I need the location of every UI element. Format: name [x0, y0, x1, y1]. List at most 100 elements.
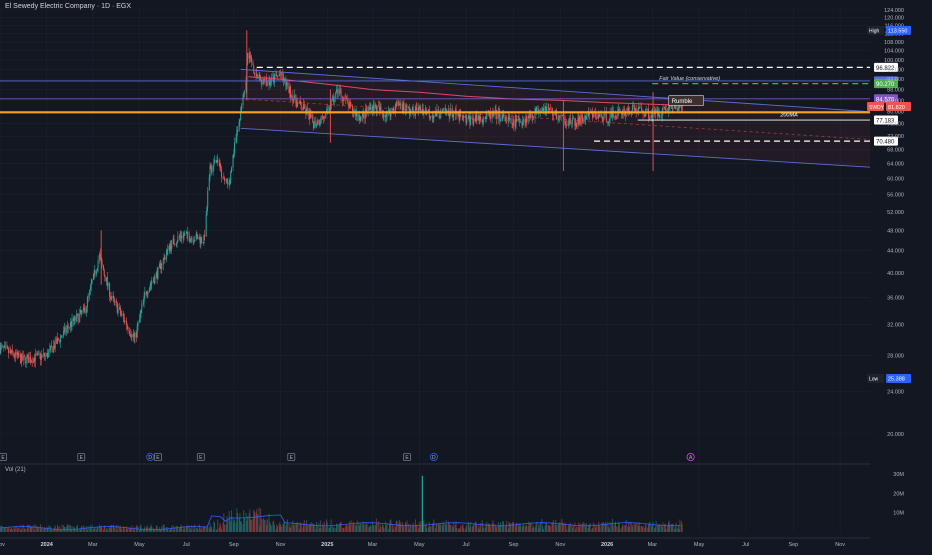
candle-body: [639, 106, 641, 108]
candle-body: [137, 321, 139, 327]
candle-body: [568, 122, 570, 125]
y-axis-tick-label: 32.000: [887, 323, 904, 329]
chart-stage[interactable]: 96.82291.34190.27084.57077.18370.48020.0…: [0, 0, 932, 550]
y-axis-tick-label: 40.000: [887, 271, 904, 277]
volume-axis-tick-label: 30M: [893, 472, 904, 478]
candle-body: [57, 338, 59, 340]
candle-body: [93, 273, 95, 280]
candle-body: [250, 55, 252, 58]
candle-body: [608, 121, 610, 123]
candle-body: [116, 300, 118, 303]
candle-body: [238, 121, 240, 131]
volume-bar: [430, 525, 432, 532]
annotation-text: Fair Value (conservative): [659, 76, 720, 82]
candle-body: [338, 90, 340, 94]
candle-body: [213, 161, 215, 166]
candle-body: [205, 214, 207, 237]
candle-body: [4, 345, 6, 347]
candle-body: [316, 124, 318, 126]
candle-body: [286, 82, 288, 85]
candle-body: [383, 114, 385, 117]
volume-bar: [51, 530, 53, 532]
volume-bar: [599, 526, 601, 532]
candle-body: [148, 288, 150, 293]
candle-body: [113, 298, 115, 301]
candle-body: [585, 116, 587, 120]
candle-body: [234, 142, 236, 154]
candle-body: [290, 95, 292, 98]
candle-body: [244, 91, 246, 93]
candle-body: [191, 238, 193, 239]
y-axis-tick-label: 124.000: [884, 8, 904, 14]
volume-bar: [121, 528, 123, 532]
candle-body: [86, 307, 88, 314]
volume-bar: [117, 525, 119, 532]
candle-body: [146, 293, 148, 295]
candle-body: [415, 106, 417, 108]
volume-bar: [280, 526, 282, 532]
candle-body: [83, 307, 85, 309]
candle-body: [91, 279, 93, 284]
candle-body: [185, 233, 187, 234]
volume-bar: [500, 522, 502, 532]
candle-body: [601, 113, 603, 118]
candle-body: [565, 124, 567, 126]
candle-body: [50, 345, 52, 347]
candle-body: [582, 120, 584, 121]
volume-bar: [101, 527, 103, 532]
y-axis-tick-label: 108.000: [884, 40, 904, 46]
volume-bar: [619, 528, 621, 532]
candle-body: [523, 119, 525, 121]
volume-bar: [107, 527, 109, 532]
candle-body: [267, 84, 269, 86]
volume-bar: [1, 525, 3, 532]
candle-body: [303, 104, 305, 109]
candle-body: [628, 107, 630, 111]
candle-body: [139, 313, 141, 320]
y-axis-tick-label: 48.000: [887, 228, 904, 234]
candle-body: [503, 114, 505, 117]
candle-body: [149, 285, 151, 289]
candle-body: [483, 118, 485, 120]
candle-body: [362, 113, 364, 117]
x-axis-tick-label: Mar: [88, 542, 98, 548]
candle-body: [121, 313, 123, 315]
candle-body: [230, 172, 232, 181]
candle-body: [218, 160, 220, 163]
candle-body: [77, 313, 79, 322]
volume-bar: [273, 524, 275, 532]
volume-bar: [234, 519, 236, 532]
volume-bar: [496, 527, 498, 532]
candle-body: [312, 114, 314, 122]
candle-body: [208, 177, 210, 191]
volume-bar: [516, 522, 518, 532]
candle-body: [631, 106, 633, 111]
price-chart[interactable]: 96.82291.34190.27084.57077.18370.48020.0…: [0, 0, 932, 550]
volume-bar: [61, 524, 63, 532]
candle-body: [1, 345, 3, 347]
candle-body: [250, 57, 252, 62]
volume-bar: [681, 523, 683, 532]
volume-bar: [376, 523, 378, 532]
y-axis-tick-label: 20.000: [887, 432, 904, 438]
candle-body: [670, 105, 672, 108]
volume-bar: [310, 521, 312, 532]
y-axis-tick-label: 120.000: [884, 15, 904, 21]
candle-body: [224, 177, 226, 181]
volume-bar: [519, 525, 521, 532]
volume-bar: [483, 528, 485, 532]
candle-body: [582, 114, 584, 121]
candle-body: [162, 259, 164, 265]
candle-body: [296, 102, 298, 108]
candle-body: [406, 105, 408, 107]
volume-bar: [363, 524, 365, 532]
candle-body: [24, 356, 26, 364]
candle-body: [164, 257, 166, 260]
volume-bar: [585, 523, 587, 532]
candle-body: [232, 154, 234, 168]
candle-body: [63, 330, 65, 336]
price-tag-prefix: High: [869, 29, 880, 35]
y-axis-tick-label: 100.000: [884, 58, 904, 64]
candle-body: [233, 153, 235, 155]
y-axis-tick-label: 36.000: [887, 295, 904, 301]
